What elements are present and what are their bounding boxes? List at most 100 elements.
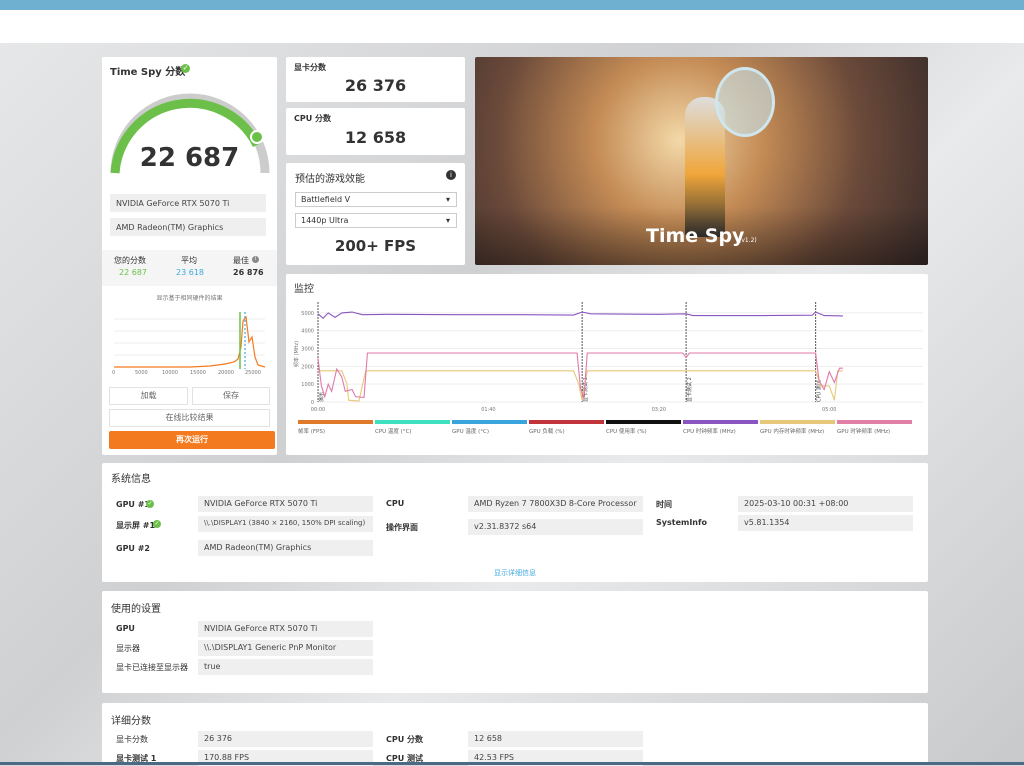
check-icon: ✓	[153, 520, 161, 528]
preset-select[interactable]: 1440p Ultra ▾	[295, 213, 457, 228]
settings-display-label: 显示器	[116, 644, 140, 653]
legend-swatch	[452, 420, 527, 424]
game-select[interactable]: Battlefield V ▾	[295, 192, 457, 207]
ui-label: 操作界面	[386, 523, 418, 532]
hero-version: (v1.2)	[739, 237, 757, 244]
load-button[interactable]: 加载	[109, 387, 188, 405]
settings-gpu-value: NVIDIA GeForce RTX 5070 Ti	[198, 621, 373, 637]
fps-value: 200+ FPS	[334, 237, 417, 255]
show-details-link[interactable]: 显示详细信息	[102, 568, 928, 578]
avg-score: 23 618	[176, 268, 204, 277]
tick: 5000	[135, 370, 148, 376]
tick: 25000	[245, 370, 261, 376]
distribution-caption: 显示基于相同硬件的结果	[156, 295, 223, 302]
cpu-value: AMD Ryzen 7 7800X3D 8-Core Processor	[468, 496, 643, 512]
system-info-card: 系统信息 GPU #1 ✓ NVIDIA GeForce RTX 5070 Ti…	[102, 463, 928, 582]
x-tick-label: 05:00	[822, 407, 836, 413]
legend-swatch	[298, 420, 373, 424]
cpu-score-value: 12 658	[344, 128, 407, 147]
legend-item[interactable]: GPU 时钟频率 (MHz)	[837, 420, 912, 435]
details-cpu-score-value: 12 658	[468, 731, 643, 747]
gpu-score-label: 显卡分数	[294, 63, 326, 72]
hero-title: Time Spy	[646, 225, 745, 247]
display-label: 显示屏 #1	[116, 521, 156, 530]
best-label: 最佳	[233, 256, 249, 265]
caret-down-icon: ▾	[445, 195, 450, 204]
legend-label: CPU 温度 (°C)	[375, 429, 412, 435]
game-value: Battlefield V	[301, 195, 351, 204]
tick: 10000	[162, 370, 178, 376]
best-score: 26 876	[233, 268, 264, 277]
score-title: Time Spy 分数	[110, 67, 186, 78]
systeminfo-label: SystemInfo	[656, 518, 707, 527]
y-tick-label: 5000	[301, 311, 314, 317]
legend-label: GPU 内存时钟频率 (MHz)	[760, 429, 825, 435]
x-tick-label: 03:20	[652, 407, 666, 413]
legend-item[interactable]: CPU 时钟频率 (MHz)	[683, 420, 758, 435]
settings-gpu-label: GPU	[116, 624, 135, 633]
legend-label: GPU 时钟频率 (MHz)	[837, 429, 891, 435]
tick: 0	[112, 370, 116, 376]
legend-swatch	[760, 420, 835, 424]
score-value: 22 687	[139, 143, 240, 173]
legend-label: CPU 使用率 (%)	[606, 429, 647, 435]
gpu-score-card: 显卡分数 26 376	[286, 57, 465, 102]
tick: 20000	[218, 370, 234, 376]
legend-item[interactable]: CPU 使用率 (%)	[606, 420, 681, 435]
details-gpu-score-label: 显卡分数	[116, 735, 148, 744]
score-compare: 您的分数 22 687 平均 23 618 最佳 i 26 876	[102, 250, 277, 286]
legend-item[interactable]: CPU 温度 (°C)	[375, 420, 450, 435]
y-tick-label: 3000	[301, 347, 314, 353]
hero-image: Time Spy (v1.2)	[475, 57, 928, 265]
caret-down-icon: ▾	[445, 216, 450, 225]
x-tick-label: 00:00	[311, 407, 325, 413]
cpu-score-card: CPU 分数 12 658	[286, 108, 465, 155]
gpu1-label: GPU #1	[116, 500, 150, 509]
run-again-button[interactable]: 再次运行	[109, 431, 275, 449]
compare-online-button[interactable]: 在线比较结果	[109, 409, 270, 427]
time-label: 时间	[656, 500, 672, 509]
marker-label: 显卡测试 2	[686, 377, 693, 402]
legend-label: 帧率 (FPS)	[298, 429, 326, 435]
systeminfo-value: v5.81.1354	[738, 515, 913, 531]
info-icon[interactable]: i	[446, 170, 456, 180]
y-tick-label: 4000	[301, 329, 314, 335]
legend-swatch	[375, 420, 450, 424]
details-title: 详细分数	[111, 716, 151, 727]
detailed-scores-card: 详细分数 显卡分数 26 376 显卡测试 1 170.88 FPS CPU 分…	[102, 703, 928, 766]
y-tick-label: 1000	[301, 382, 314, 388]
cpu-score-label: CPU 分数	[294, 114, 332, 123]
legend-item[interactable]: GPU 负载 (%)	[529, 420, 604, 435]
save-button[interactable]: 保存	[192, 387, 270, 405]
legend-item[interactable]: 帧率 (FPS)	[298, 420, 373, 435]
y-tick-label: 2000	[301, 364, 314, 370]
legend-swatch	[683, 420, 758, 424]
settings-connected-label: 显卡已连接至显示器	[116, 663, 188, 672]
sysinfo-title: 系统信息	[111, 474, 151, 485]
marker-label: CPU 测试	[816, 380, 823, 402]
gpu1-field: NVIDIA GeForce RTX 5070 Ti	[110, 194, 266, 212]
legend-item[interactable]: GPU 内存时钟频率 (MHz)	[760, 420, 835, 435]
display-value: \\.\DISPLAY1 (3840 × 2160, 150% DPI scal…	[198, 516, 373, 532]
ui-value: v2.31.8372 s64	[468, 519, 643, 535]
gpu2-field: AMD Radeon(TM) Graphics	[110, 218, 266, 236]
info-icon[interactable]: i	[252, 256, 259, 263]
monitor-card: 监控 0 1000 2000 3000 4000 5000 00:00 01:40 03:20 0…	[286, 274, 928, 455]
header-band	[0, 10, 1024, 43]
distribution-chart	[114, 312, 266, 369]
monitor-chart: 0 1000 2000 3000 4000 5000 00:00 01:40 03:20 05:0…	[293, 302, 923, 413]
y-axis-label: 频率 (MHz)	[293, 341, 300, 367]
settings-connected-value: true	[198, 659, 373, 675]
score-card: Time Spy 分数 ✓ 22 687 NVIDIA GeForce RTX …	[102, 57, 277, 455]
gpu2-label: GPU #2	[116, 544, 150, 553]
game-performance-card: 预估的游戏效能 i Battlefield V ▾ 1440p Ultra ▾ 20…	[286, 163, 465, 265]
tick: 15000	[190, 370, 206, 376]
gpu-score-value: 26 376	[344, 76, 407, 95]
legend-item[interactable]: GPU 温度 (°C)	[452, 420, 527, 435]
legend-swatch	[837, 420, 912, 424]
check-icon: ✓	[146, 500, 154, 508]
legend-label: GPU 负载 (%)	[529, 429, 565, 435]
x-tick-label: 01:40	[481, 407, 495, 413]
cpu-label: CPU	[386, 499, 405, 508]
legend-swatch	[529, 420, 604, 424]
